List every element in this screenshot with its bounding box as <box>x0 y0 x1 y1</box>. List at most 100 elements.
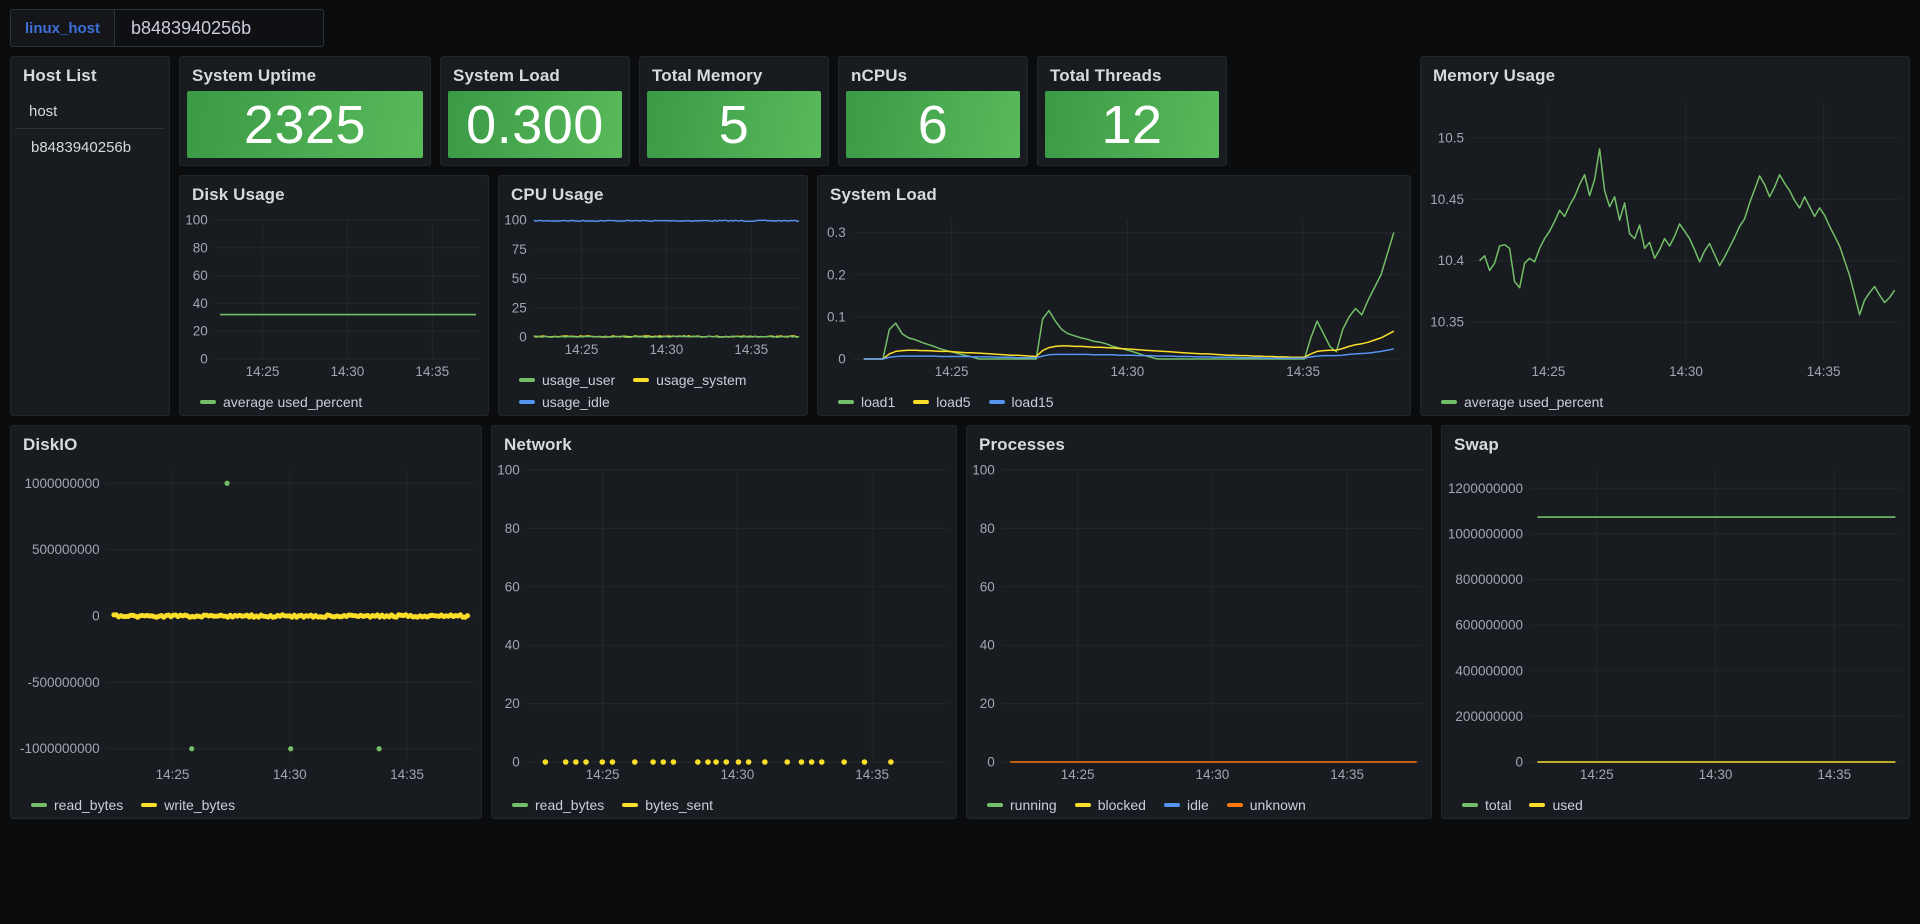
legend-item[interactable]: total <box>1462 797 1511 813</box>
legend-color-swatch <box>988 400 1005 404</box>
chart-system-load[interactable]: 0 0.1 0.2 0.3 14:25 14:30 14:35 <box>818 210 1410 390</box>
panel-cpu-usage: CPU Usage 0 25 50 75 100 14:25 14:30 14:35 usag… <box>498 175 808 416</box>
svg-text:14:30: 14:30 <box>1196 767 1230 782</box>
legend-item[interactable]: unknown <box>1226 797 1306 813</box>
svg-text:14:35: 14:35 <box>1807 364 1841 379</box>
legend-label: read_bytes <box>535 797 605 813</box>
legend-label: write_bytes <box>164 797 236 813</box>
legend-color-swatch <box>633 378 650 382</box>
svg-text:0: 0 <box>838 352 846 367</box>
panel-title-system-load-graph: System Load <box>830 185 937 204</box>
legend-label: used <box>1552 797 1583 813</box>
legend-color-swatch <box>141 803 158 807</box>
svg-text:75: 75 <box>512 242 527 257</box>
svg-text:14:35: 14:35 <box>1330 767 1364 782</box>
chart-memory-usage[interactable]: 10.35 10.4 10.45 10.5 14:25 14:30 14:35 <box>1421 91 1909 390</box>
legend-item[interactable]: read_bytes <box>31 797 123 813</box>
legend-item[interactable]: usage_system <box>633 372 746 388</box>
legend-label: load1 <box>861 394 896 410</box>
legend-item[interactable]: read_bytes <box>512 797 604 813</box>
legend-color-swatch <box>987 803 1003 807</box>
legend-item[interactable]: average used_percent <box>200 394 362 410</box>
legend-item[interactable]: running <box>987 797 1057 813</box>
panel-title-cpu-usage: CPU Usage <box>511 185 604 204</box>
legend-item[interactable]: used <box>1529 797 1583 813</box>
panel-title-disk-usage: Disk Usage <box>192 185 285 204</box>
legend-item[interactable]: blocked <box>1074 797 1146 813</box>
chart-diskio[interactable]: -1000000000 -500000000 0 500000000 100000000… <box>11 460 481 793</box>
panel-disk-usage: Disk Usage 0 20 40 60 80 100 14:25 14:30 14:35 a… <box>179 175 489 416</box>
chart-disk-usage[interactable]: 0 20 40 60 80 100 14:25 14:30 14:35 <box>180 210 488 390</box>
panel-ncpus: nCPUs 6 <box>838 56 1028 166</box>
legend-label: usage_idle <box>542 394 610 410</box>
chart-cpu-usage[interactable]: 0 25 50 75 100 14:25 14:30 14:35 <box>499 210 807 368</box>
svg-text:100: 100 <box>972 463 995 478</box>
legend-item[interactable]: bytes_sent <box>622 797 713 813</box>
legend-color-swatch <box>31 803 47 807</box>
legend-label: total <box>1485 797 1512 813</box>
svg-text:14:30: 14:30 <box>1111 364 1145 379</box>
panel-processes: Processes 0 20 40 60 80 100 14:25 14:30 14:35 ru… <box>966 425 1432 819</box>
legend-item[interactable]: usage_user <box>519 372 615 388</box>
svg-text:14:30: 14:30 <box>721 767 755 782</box>
svg-text:40: 40 <box>980 638 995 653</box>
host-list-column-header: host <box>15 91 165 129</box>
legend-color-swatch <box>1226 803 1243 807</box>
legend-label: running <box>1010 797 1057 813</box>
legend-color-swatch <box>519 378 535 382</box>
host-list-row[interactable]: b8483940256b <box>11 129 169 166</box>
legend-item[interactable]: usage_idle <box>519 394 610 410</box>
main-column: System Uptime 2325 System Load 0.300 Tot… <box>179 56 1411 416</box>
stat-value-system-load: 0.300 <box>448 91 622 158</box>
panel-title-network: Network <box>504 435 572 454</box>
svg-text:14:35: 14:35 <box>1286 364 1320 379</box>
panel-total-threads: Total Threads 12 <box>1037 56 1227 166</box>
legend-color-swatch <box>1074 803 1091 807</box>
svg-text:14:35: 14:35 <box>734 342 768 357</box>
legend-color-swatch <box>1441 400 1457 404</box>
legend-cpu-usage: usage_user usage_system usage_idle <box>499 368 807 415</box>
svg-text:14:25: 14:25 <box>1580 767 1614 782</box>
svg-text:10.35: 10.35 <box>1430 315 1464 330</box>
legend-processes: running blocked idle unknown <box>967 793 1431 818</box>
variable-name-linux-host[interactable]: linux_host <box>10 9 115 47</box>
legend-item[interactable]: idle <box>1163 797 1209 813</box>
legend-item[interactable]: average used_percent <box>1441 394 1603 410</box>
panel-system-load-graph: System Load 0 0.1 0.2 0.3 14:25 14:30 14:35 lo… <box>817 175 1411 416</box>
svg-text:40: 40 <box>193 296 208 311</box>
panel-title-swap: Swap <box>1454 435 1499 454</box>
panel-system-uptime: System Uptime 2325 <box>179 56 431 166</box>
legend-item[interactable]: load1 <box>838 394 895 410</box>
legend-item[interactable]: load15 <box>988 394 1054 410</box>
svg-text:14:25: 14:25 <box>156 767 190 782</box>
legend-item[interactable]: load5 <box>913 394 971 410</box>
legend-swap: total used <box>1442 793 1909 818</box>
legend-label: unknown <box>1249 797 1306 813</box>
svg-text:14:35: 14:35 <box>1817 767 1851 782</box>
svg-text:14:25: 14:25 <box>935 364 969 379</box>
template-variable-bar: linux_host b8483940256b <box>0 0 1920 56</box>
legend-color-swatch <box>622 803 639 807</box>
svg-text:0: 0 <box>200 352 208 367</box>
stat-value-total-memory: 5 <box>647 91 821 158</box>
svg-text:50: 50 <box>512 271 527 286</box>
chart-processes[interactable]: 0 20 40 60 80 100 14:25 14:30 14:35 <box>967 460 1431 793</box>
chart-swap[interactable]: 0 200000000 400000000 600000000 800000000 100… <box>1442 460 1909 793</box>
svg-text:14:30: 14:30 <box>650 342 684 357</box>
panel-swap: Swap 0 200000000 400000000 600000000 8000000… <box>1441 425 1910 819</box>
svg-text:14:30: 14:30 <box>1699 767 1733 782</box>
legend-color-swatch <box>1163 803 1180 807</box>
panel-title-diskio: DiskIO <box>23 435 78 454</box>
svg-text:10.5: 10.5 <box>1438 130 1464 145</box>
svg-text:10.4: 10.4 <box>1438 253 1465 268</box>
legend-label: usage_user <box>542 372 616 388</box>
svg-text:100: 100 <box>497 463 520 478</box>
variable-value-input[interactable]: b8483940256b <box>114 9 325 47</box>
chart-network[interactable]: 0 20 40 60 80 100 14:25 14:30 14:35 <box>492 460 956 793</box>
legend-item[interactable]: write_bytes <box>141 797 235 813</box>
legend-label: average used_percent <box>223 394 363 410</box>
svg-text:25: 25 <box>512 300 527 315</box>
svg-text:14:30: 14:30 <box>331 364 365 379</box>
legend-color-swatch <box>1462 803 1478 807</box>
svg-text:0: 0 <box>1515 755 1523 770</box>
